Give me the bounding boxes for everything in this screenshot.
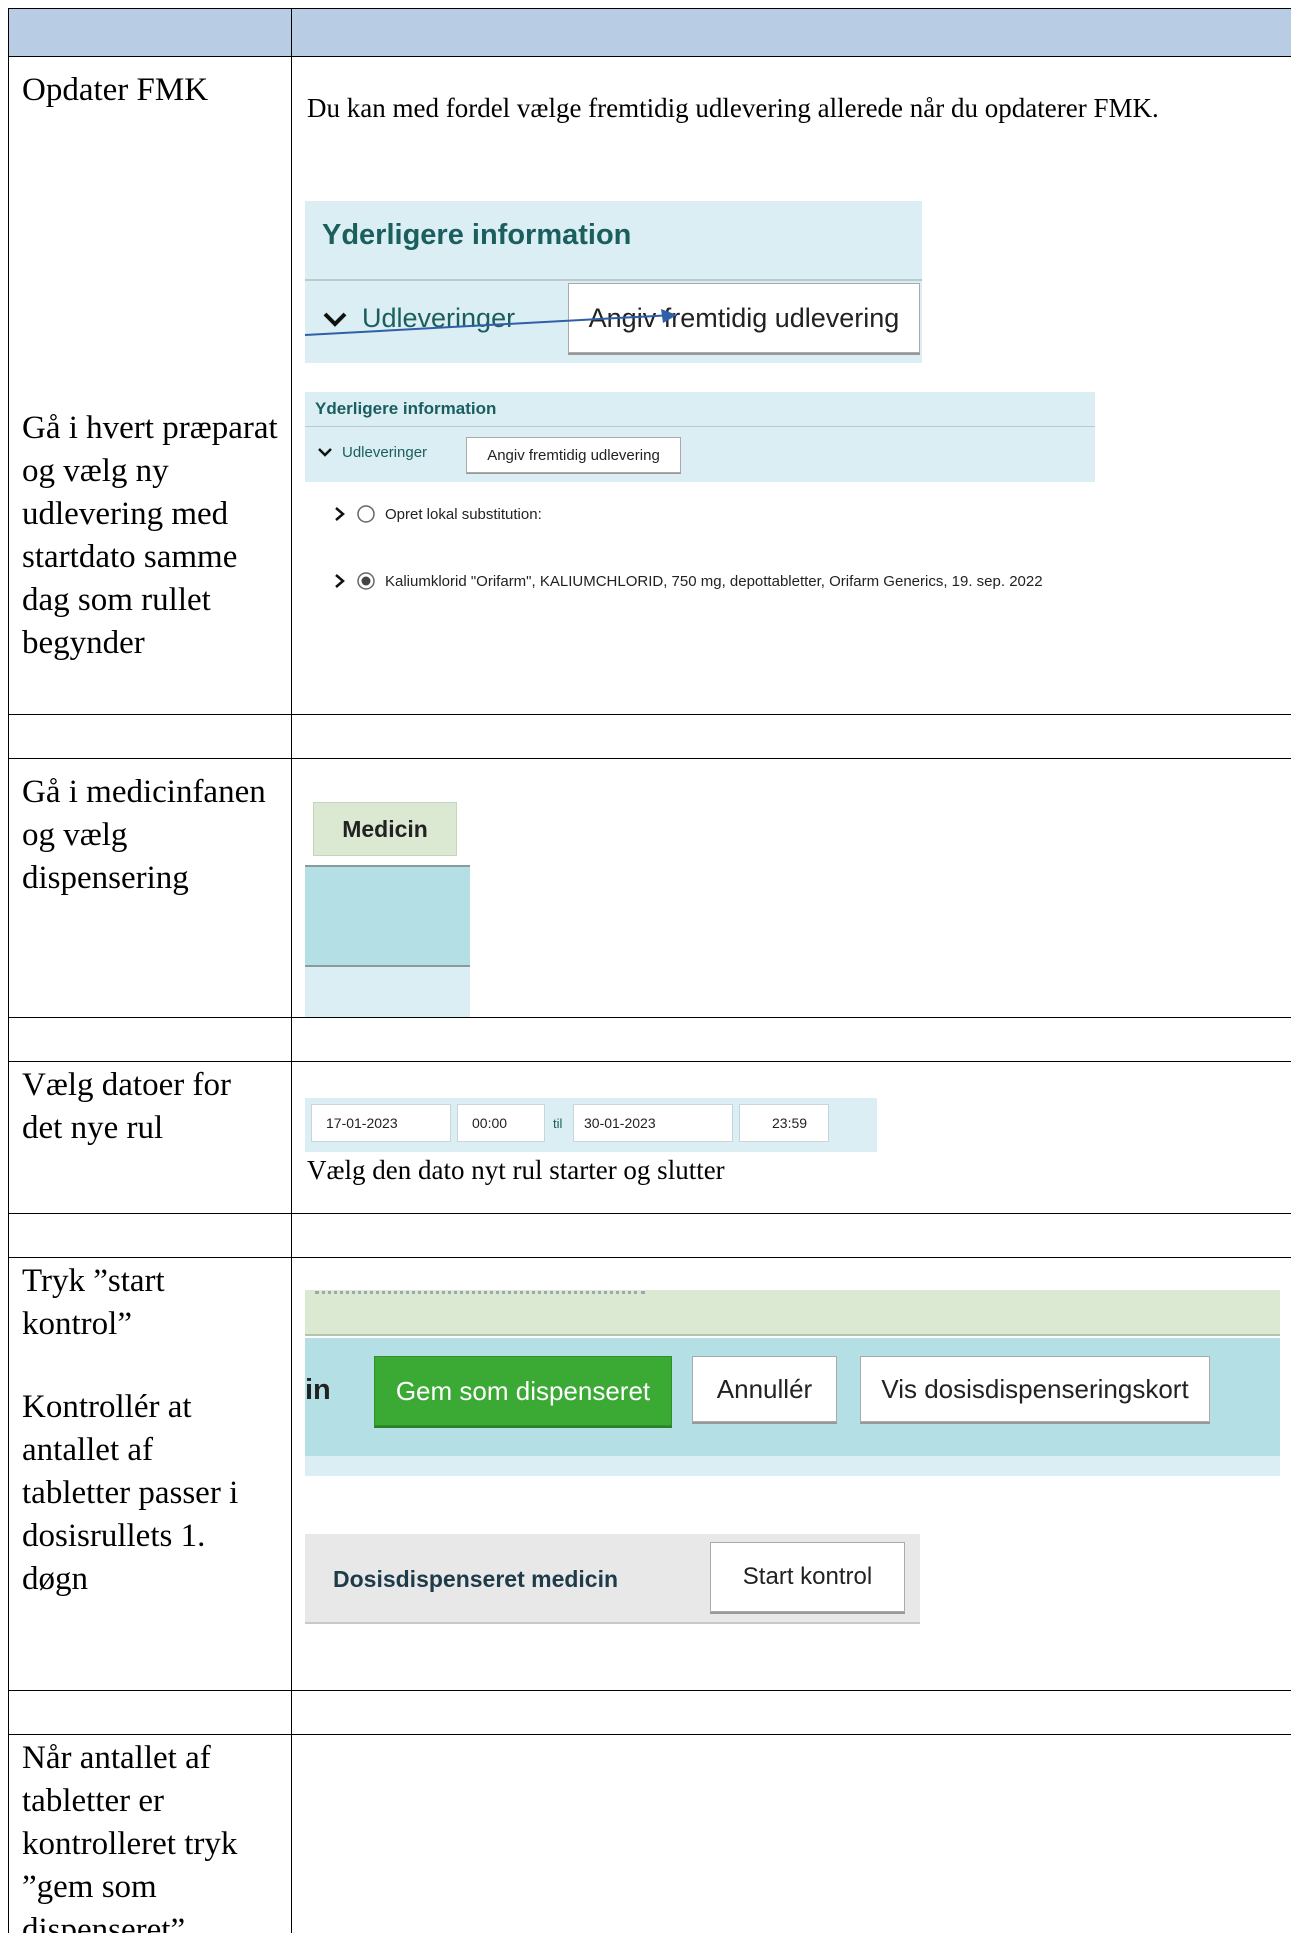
cropped-label: in: [305, 1374, 331, 1406]
empty-cell: [292, 1018, 1291, 1061]
toolbar-band: in Gem som dispenseret Annullér Vis dosi…: [305, 1338, 1280, 1456]
toolbar-band: [305, 867, 470, 965]
empty-cell: [9, 1018, 292, 1061]
radio-checked-icon[interactable]: [356, 571, 376, 591]
future-delivery-button-small[interactable]: Angiv fremtidig udlevering: [466, 437, 681, 473]
from-time-input[interactable]: 00:00: [457, 1104, 545, 1142]
to-date-input[interactable]: 30-01-2023: [573, 1104, 733, 1142]
screenshot-additional-info-large: Yderligere information Udleveringer Angi…: [305, 201, 922, 363]
cropped-text: [315, 1290, 645, 1294]
udleveringer-toggle-small[interactable]: Udleveringer: [317, 444, 427, 461]
radio-unchecked-icon[interactable]: [356, 504, 376, 524]
step-label-choose-dates: Vælg datoer for det nye rul: [22, 1067, 231, 1146]
content-band: [305, 1456, 1280, 1476]
empty-cell: [9, 1214, 292, 1257]
section-heading-small: Yderligere information: [315, 399, 497, 418]
step-label-cell: Vælg datoer for det nye rul: [9, 1062, 292, 1213]
screenshot-additional-info-small: Yderligere information Udleveringer Angi…: [305, 392, 1095, 482]
instruction-table: Opdater FMK Gå i hvert præparat og vælg …: [8, 8, 1291, 1933]
chevron-right-icon: [335, 574, 345, 588]
option-label: Opret lokal substitution:: [385, 505, 542, 523]
chevron-right-icon: [335, 507, 345, 521]
from-date-input[interactable]: 17-01-2023: [311, 1104, 451, 1142]
divider: [305, 426, 1095, 427]
step-label-medicine-tab: Gå i medicinfanen og vælg dispensering: [22, 774, 266, 896]
screenshot-medicine-tab: Medicin: [305, 759, 470, 1017]
table-row-save: Når antallet af tabletter er kontrollere…: [9, 1735, 1291, 1933]
step-label-update-fmk: Opdater FMK: [22, 72, 209, 108]
table-row-medicin: Gå i medicinfanen og vælg dispensering M…: [9, 759, 1291, 1018]
save-as-dispensed-button[interactable]: Gem som dispenseret: [374, 1356, 672, 1426]
range-separator: til: [553, 1116, 563, 1131]
step-description: Du kan med fordel vælge fremtidig udleve…: [307, 93, 1159, 123]
header-cell-right: [292, 9, 1291, 56]
table-row-spacer: [9, 1214, 1291, 1258]
arrow-annotation-icon: [305, 309, 677, 336]
step-label-cell: Gå i medicinfanen og vælg dispensering: [9, 759, 292, 1017]
date-caption: Vælg den dato nyt rul starter og slutter: [307, 1155, 725, 1185]
step-label-start-control: Tryk ”start kontrol”: [22, 1263, 165, 1342]
empty-cell: [9, 715, 292, 758]
section-heading: Dosisdispenseret medicin: [333, 1566, 619, 1592]
chevron-down-icon: [318, 448, 332, 457]
to-time-input[interactable]: 23:59: [739, 1104, 829, 1142]
table-row-dates: Vælg datoer for det nye rul 17-01-2023 0…: [9, 1062, 1291, 1214]
table-row-start-control: Tryk ”start kontrol” Kontrollér at antal…: [9, 1258, 1291, 1691]
empty-cell: [292, 1214, 1291, 1257]
table-row-spacer: [9, 1018, 1291, 1062]
option-local-substitution[interactable]: Opret lokal substitution:: [334, 504, 542, 524]
screenshot-date-range: 17-01-2023 00:00 til 30-01-2023 23:59: [305, 1098, 877, 1152]
step-content-cell: [292, 1735, 1291, 1933]
step-label-save-dispensed: Når antallet af tabletter er kontrollere…: [22, 1740, 238, 1933]
content-band: [305, 967, 470, 1017]
top-band: [305, 1290, 1280, 1336]
divider: [305, 279, 922, 281]
step-label-verify-count: Kontrollér at antallet af tabletter pass…: [22, 1389, 239, 1597]
option-kaliumklorid[interactable]: Kaliumklorid "Orifarm", KALIUMCHLORID, 7…: [334, 571, 1043, 591]
step-content-cell: Du kan med fordel vælge fremtidig udleve…: [292, 57, 1291, 714]
table-row-spacer: [9, 1691, 1291, 1735]
header-cell-left: [9, 9, 292, 56]
option-label: Kaliumklorid "Orifarm", KALIUMCHLORID, 7…: [385, 572, 1043, 590]
cancel-button[interactable]: Annullér: [692, 1356, 837, 1422]
step-label-select-preparation: Gå i hvert præparat og vælg ny udleverin…: [22, 410, 278, 661]
section-heading: Yderligere information: [322, 219, 632, 251]
empty-cell: [9, 1691, 292, 1734]
step-content-cell: in Gem som dispenseret Annullér Vis dosi…: [292, 1258, 1291, 1690]
start-control-button[interactable]: Start kontrol: [710, 1542, 905, 1612]
table-row-fmk: Opdater FMK Gå i hvert præparat og vælg …: [9, 57, 1291, 715]
table-row-spacer: [9, 715, 1291, 759]
empty-cell: [292, 715, 1291, 758]
medicine-tab[interactable]: Medicin: [313, 802, 457, 856]
step-label-cell: Når antallet af tabletter er kontrollere…: [9, 1735, 292, 1933]
show-dose-card-button[interactable]: Vis dosisdispenseringskort: [860, 1356, 1210, 1422]
empty-cell: [292, 1691, 1291, 1734]
step-label-cell: Tryk ”start kontrol” Kontrollér at antal…: [9, 1258, 292, 1690]
table-header-row: [9, 9, 1291, 57]
screenshot-dose-dispensed: Dosisdispenseret medicin Start kontrol: [305, 1534, 920, 1624]
step-content-cell: Medicin: [292, 759, 1291, 1017]
screenshot-dispense-toolbar: in Gem som dispenseret Annullér Vis dosi…: [305, 1290, 1280, 1490]
step-content-cell: 17-01-2023 00:00 til 30-01-2023 23:59 Væ…: [292, 1062, 1291, 1213]
udleveringer-label-small: Udleveringer: [342, 444, 428, 461]
step-label-cell: Opdater FMK Gå i hvert præparat og vælg …: [9, 57, 292, 714]
